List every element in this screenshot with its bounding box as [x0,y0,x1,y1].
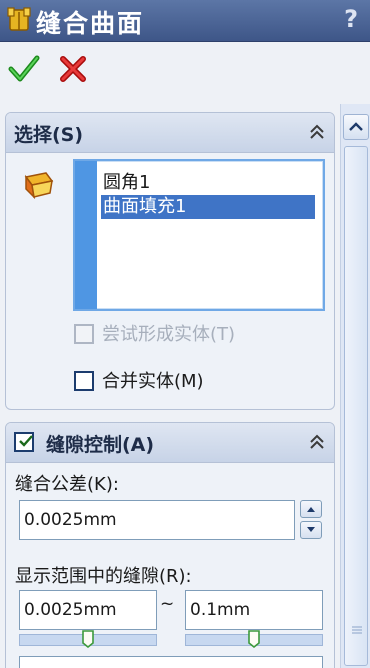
panel-scrollbar[interactable] [340,104,370,668]
list-item-selected[interactable]: 曲面填充1 [101,195,315,219]
range-min-slider[interactable] [19,630,157,648]
scroll-thumb[interactable] [344,146,368,666]
knit-surface-icon [7,7,31,31]
selection-group-header[interactable]: 选择(S) [6,113,334,153]
spin-down-button[interactable] [300,521,322,539]
action-row [0,42,370,104]
range-separator: ~ [160,594,175,614]
selected-faces-list[interactable]: 圆角1 曲面填充1 [73,159,325,311]
tolerance-label: 缝合公差(K): [15,474,119,495]
grip-icon [352,626,362,634]
collapse-chevron-icon[interactable] [308,123,326,141]
list-color-strip [75,161,97,309]
gap-list-box[interactable] [19,656,323,668]
spin-up-button[interactable] [300,500,322,518]
try-solid-label: 尝试形成实体(T) [102,324,236,345]
checkmark-icon [19,435,33,447]
collapse-chevron-icon[interactable] [308,433,326,451]
gap-range-label: 显示范围中的缝隙(R): [15,566,192,587]
slider-thumb[interactable] [82,630,94,648]
merge-label: 合并实体(M) [102,371,204,392]
list-item[interactable]: 圆角1 [101,171,315,195]
range-max-input[interactable]: 0.1mm [185,590,323,630]
page-title: 缝合曲面 [36,9,145,38]
gap-group-title: 缝隙控制(A) [46,434,155,456]
selection-group: 选择(S) 圆角1 曲面填充1 尝试形成实体(T) 合并实体(M) [5,112,335,410]
selection-group-title: 选择(S) [14,124,84,146]
range-min-input[interactable]: 0.0025mm [19,590,157,630]
gap-group-header[interactable]: 缝隙控制(A) [6,423,334,463]
help-button[interactable]: ? [344,5,358,33]
cancel-button[interactable] [58,54,88,84]
title-bar: 缝合曲面 ? [0,0,370,42]
tolerance-input[interactable]: 0.0025mm [19,500,295,540]
chevron-up-icon [349,122,363,131]
tolerance-spinner [300,500,322,540]
ok-button[interactable] [8,54,40,84]
merge-row: 合并实体(M) [74,370,284,394]
try-solid-checkbox[interactable] [74,324,94,344]
arrow-up-icon [307,507,315,512]
surface-selection-icon [24,172,54,199]
range-max-slider[interactable] [185,630,323,648]
gap-control-checkbox[interactable] [14,432,34,452]
slider-thumb[interactable] [248,630,260,648]
arrow-down-icon [307,527,315,532]
scroll-up-button[interactable] [343,114,369,140]
merge-checkbox[interactable] [74,371,94,391]
try-solid-row: 尝试形成实体(T) [74,323,284,347]
